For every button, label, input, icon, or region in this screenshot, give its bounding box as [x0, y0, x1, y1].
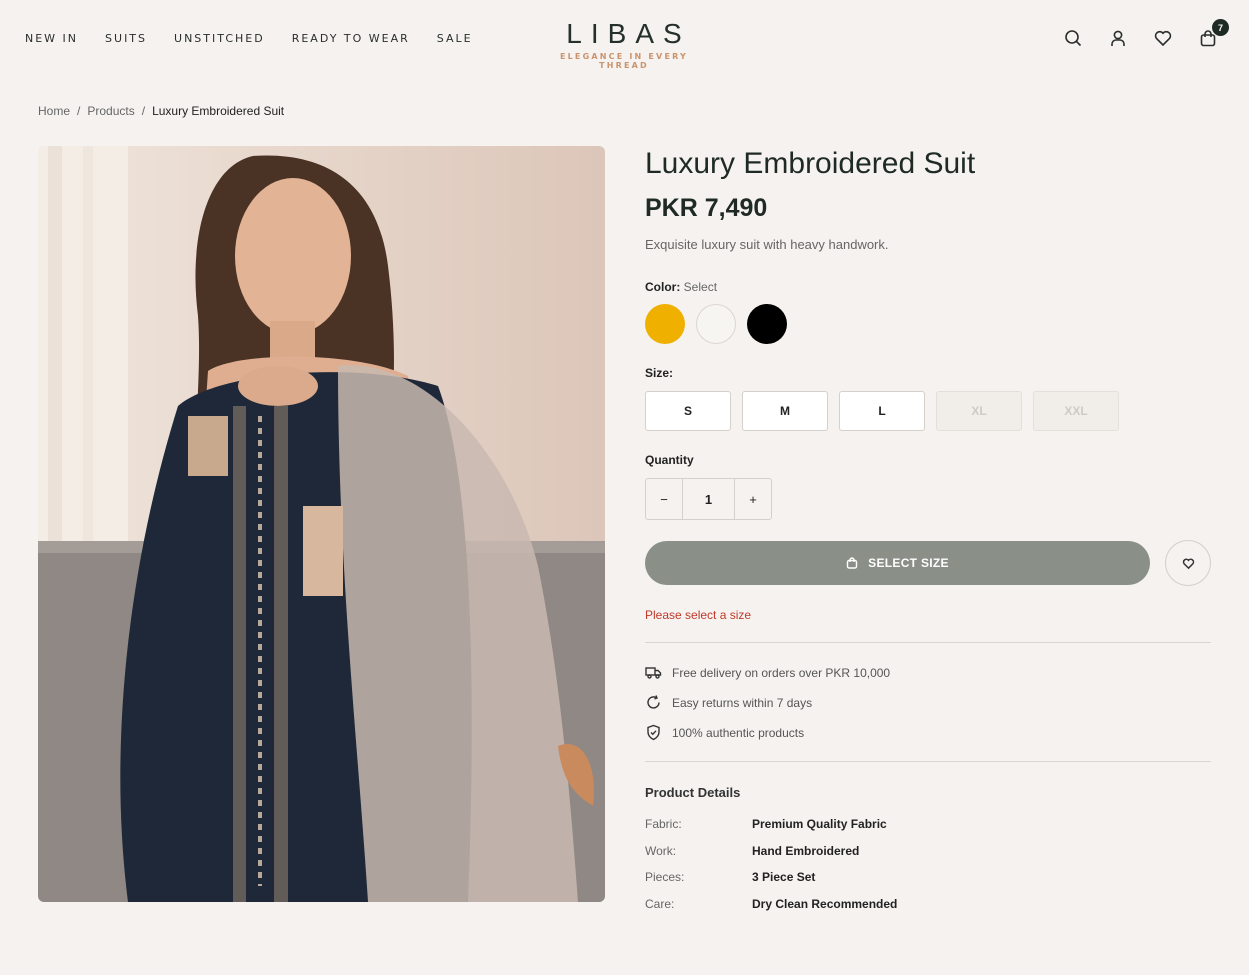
breadcrumb-products[interactable]: Products: [87, 104, 134, 118]
size-option-l[interactable]: L: [839, 391, 925, 431]
product-image[interactable]: [38, 146, 605, 902]
site-header: NEW IN SUITS UNSTITCHED READY TO WEAR SA…: [0, 0, 1249, 80]
search-icon[interactable]: [1063, 28, 1083, 48]
nav-unstitched[interactable]: UNSTITCHED: [174, 32, 265, 45]
color-swatch-black[interactable]: [747, 304, 787, 344]
size-option-xxl: XXL: [1033, 391, 1119, 431]
breadcrumb: Home / Products / Luxury Embroidered Sui…: [38, 104, 284, 118]
cart-icon[interactable]: 7: [1198, 19, 1229, 48]
color-label-text: Color:: [645, 280, 681, 294]
breadcrumb-current: Luxury Embroidered Suit: [152, 104, 285, 118]
color-swatches: [645, 304, 787, 344]
product-title: Luxury Embroidered Suit: [645, 147, 976, 180]
product-details-title: Product Details: [645, 785, 741, 800]
product-description: Exquisite luxury suit with heavy handwor…: [645, 237, 889, 252]
perk-delivery: Free delivery on orders over PKR 10,000: [645, 664, 890, 681]
perk-delivery-text: Free delivery on orders over PKR 10,000: [672, 665, 891, 680]
detail-value: Premium Quality Fabric: [752, 817, 887, 831]
size-option-s[interactable]: S: [645, 391, 731, 431]
perk-authentic-text: 100% authentic products: [672, 725, 805, 740]
nav-new-in[interactable]: NEW IN: [25, 32, 78, 45]
color-label: Color: Select: [645, 280, 717, 294]
nav-sale[interactable]: SALE: [437, 32, 473, 45]
breadcrumb-separator: /: [141, 104, 146, 118]
heart-icon: [1182, 558, 1194, 569]
perk-authentic: 100% authentic products: [645, 724, 804, 741]
detail-row-pieces: Pieces: 3 Piece Set: [645, 870, 815, 884]
color-swatch-yellow[interactable]: [645, 304, 685, 344]
brand-logo[interactable]: LIBAS ELEGANCE IN EVERY THREAD: [540, 18, 708, 70]
detail-value: Hand Embroidered: [752, 844, 860, 858]
detail-row-work: Work: Hand Embroidered: [645, 844, 859, 858]
brand-tagline: ELEGANCE IN EVERY THREAD: [559, 52, 689, 70]
product-info: Luxury Embroidered Suit PKR 7,490 Exquis…: [645, 146, 1211, 911]
color-selected-value: Select: [683, 280, 718, 294]
detail-value: 3 Piece Set: [752, 870, 816, 884]
quantity-decrease-button[interactable]: −: [646, 479, 682, 519]
quantity-value[interactable]: 1: [682, 479, 735, 519]
detail-key: Fabric:: [645, 817, 682, 831]
size-label: Size:: [645, 366, 674, 380]
select-size-label: SELECT SIZE: [868, 556, 949, 570]
breadcrumb-separator: /: [77, 104, 81, 118]
detail-value: Dry Clean Recommended: [752, 897, 898, 911]
product-price: PKR 7,490: [645, 194, 768, 222]
divider: [645, 642, 1211, 643]
brand-name: LIBAS: [566, 18, 691, 49]
cart-count-badge: 7: [1212, 19, 1229, 36]
nav-suits[interactable]: SUITS: [105, 32, 147, 45]
nav-ready-to-wear[interactable]: READY TO WEAR: [292, 32, 410, 45]
quantity-increase-button[interactable]: +: [735, 479, 771, 519]
size-option-xl: XL: [936, 391, 1022, 431]
truck-icon: [645, 667, 662, 679]
header-actions: 7: [1063, 19, 1229, 48]
quantity-stepper: − 1 +: [645, 478, 772, 520]
detail-row-fabric: Fabric: Premium Quality Fabric: [645, 817, 887, 831]
perk-returns-text: Easy returns within 7 days: [672, 695, 813, 710]
quantity-label: Quantity: [645, 453, 694, 467]
bag-icon: [846, 557, 858, 569]
user-icon[interactable]: [1108, 28, 1128, 48]
detail-key: Care:: [645, 897, 675, 911]
heart-icon[interactable]: [1153, 28, 1173, 48]
main-nav: NEW IN SUITS UNSTITCHED READY TO WEAR SA…: [25, 32, 473, 45]
select-size-button[interactable]: SELECT SIZE: [645, 541, 1150, 585]
size-error-message: Please select a size: [645, 608, 752, 622]
detail-key: Work:: [645, 844, 677, 858]
refresh-icon: [647, 695, 660, 709]
detail-row-care: Care: Dry Clean Recommended: [645, 897, 897, 911]
color-swatch-white[interactable]: [696, 304, 736, 344]
breadcrumb-home[interactable]: Home: [38, 104, 70, 118]
perk-returns: Easy returns within 7 days: [645, 694, 812, 711]
divider: [645, 761, 1211, 762]
size-option-m[interactable]: M: [742, 391, 828, 431]
wishlist-button[interactable]: [1165, 540, 1211, 586]
size-options: S M L XL XXL: [645, 391, 1119, 431]
detail-key: Pieces:: [645, 870, 685, 884]
shield-check-icon: [647, 724, 660, 741]
